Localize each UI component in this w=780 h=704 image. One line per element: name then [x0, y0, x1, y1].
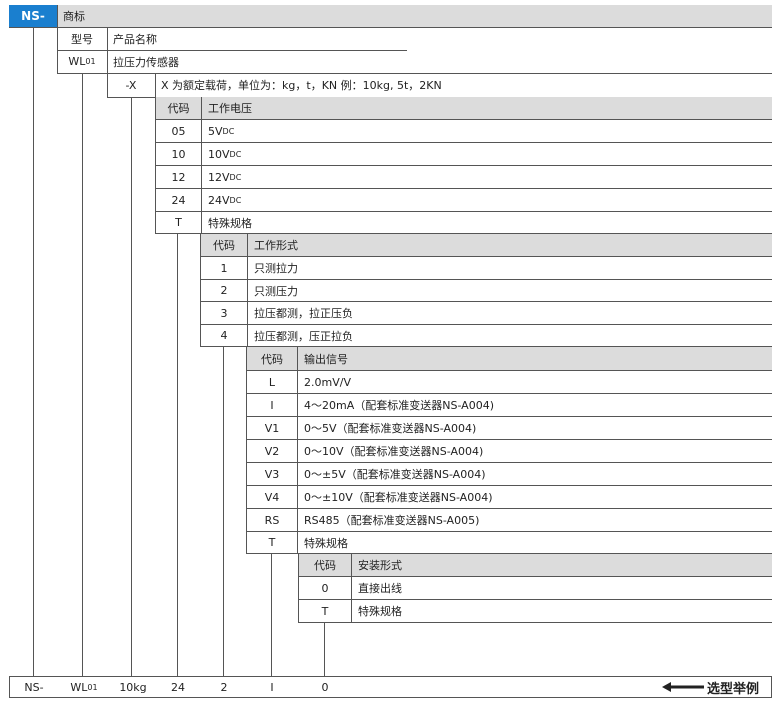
voltage-value: 12V DC [201, 165, 772, 188]
example-install: 0 [321, 680, 329, 694]
voltage-value-text: 24V [208, 193, 230, 207]
product-name-label: 产品名称 [113, 32, 157, 46]
voltage-value: 5V DC [201, 119, 772, 142]
work-form-value: 拉压都测，压正拉负 [247, 324, 772, 346]
connector-line [131, 97, 132, 676]
voltage-table: 代码 工作电压 05 5V DC 10 10V DC 12 12V DC 24 24V… [155, 97, 772, 234]
model-code-text: WL [68, 55, 86, 68]
example-model-text: WL [70, 680, 88, 694]
example-work-form: 2 [220, 680, 228, 694]
output-value: 2.0mV/V [297, 370, 772, 393]
output-value: 4～20mA（配套标准变送器NS-A004) [297, 393, 772, 416]
voltage-unit: DC [229, 172, 242, 182]
divider [57, 50, 407, 51]
model-code: WL 01 [57, 50, 107, 73]
work-form-table: 代码 工作形式 1 只测拉力 2 只测压力 3 拉压都测，拉正压负 4 拉压都测… [200, 234, 772, 347]
work-form-code: 1 [201, 256, 247, 279]
install-header-label: 安装形式 [351, 554, 772, 576]
output-code: V3 [247, 462, 297, 485]
prefix-badge: NS- [9, 5, 57, 27]
voltage-value-text: 特殊规格 [208, 216, 252, 230]
output-header-label: 输出信号 [297, 347, 772, 370]
install-table: 代码 安装形式 0 直接出线 T 特殊规格 [298, 554, 772, 623]
trademark-label: 商标 [57, 5, 772, 27]
voltage-value-text: 12V [208, 170, 230, 184]
work-form-value: 只测拉力 [247, 256, 772, 279]
work-form-code: 4 [201, 324, 247, 346]
work-form-code: 3 [201, 301, 247, 324]
output-table: 代码 输出信号 L 2.0mV/V I 4～20mA（配套标准变送器NS-A00… [246, 347, 772, 554]
divider [57, 73, 772, 74]
output-value: 0～±10V（配套标准变送器NS-A004) [297, 485, 772, 508]
connector-line [271, 554, 272, 676]
voltage-value: 特殊规格 [201, 211, 772, 233]
load-description: X 为额定载荷，单位为：kg，t，KN 例：10kg, 5t，2KN [161, 79, 442, 92]
voltage-unit: DC [222, 126, 235, 136]
connector-line [223, 347, 224, 676]
output-value: 特殊规格 [297, 531, 772, 553]
voltage-code: 10 [156, 142, 201, 165]
example-load: 10kg [119, 680, 147, 694]
output-code: V1 [247, 416, 297, 439]
voltage-header-label: 工作电压 [201, 97, 772, 119]
output-code: I [247, 393, 297, 416]
example-output: I [270, 680, 274, 694]
output-code: V2 [247, 439, 297, 462]
install-code: T [299, 599, 351, 622]
work-form-code: 2 [201, 279, 247, 301]
divider [155, 73, 156, 97]
voltage-value-text: 5V [208, 124, 223, 138]
install-value: 特殊规格 [351, 599, 772, 622]
example-model-sub: 01 [87, 682, 98, 692]
voltage-unit: DC [229, 149, 242, 159]
voltage-header-code: 代码 [156, 97, 201, 119]
output-value: 0～±5V（配套标准变送器NS-A004) [297, 462, 772, 485]
work-form-header-label: 工作形式 [247, 234, 772, 256]
voltage-code: 12 [156, 165, 201, 188]
connector-line [324, 623, 325, 676]
example-model: WL 01 [62, 677, 106, 697]
output-code: L [247, 370, 297, 393]
work-form-value: 只测压力 [247, 279, 772, 301]
example-voltage: 24 [171, 680, 185, 694]
connector-line [82, 73, 83, 676]
voltage-value-text: 10V [208, 147, 230, 161]
output-value: 0～10V（配套标准变送器NS-A004) [297, 439, 772, 462]
divider [9, 27, 772, 28]
divider [107, 27, 108, 97]
example-label-group: 选型举例 [662, 677, 770, 697]
model-code-sub: 01 [85, 57, 96, 66]
connector-line [177, 234, 178, 676]
load-code: -X [125, 78, 137, 92]
example-prefix: NS- [24, 680, 44, 694]
voltage-value: 24V DC [201, 188, 772, 211]
voltage-code: T [156, 211, 201, 233]
voltage-code: 24 [156, 188, 201, 211]
output-value: 0～5V（配套标准变送器NS-A004) [297, 416, 772, 439]
output-code: T [247, 531, 297, 553]
connector-line [33, 27, 34, 676]
voltage-value: 10V DC [201, 142, 772, 165]
voltage-code: 05 [156, 119, 201, 142]
output-value: RS485（配套标准变送器NS-A005) [297, 508, 772, 531]
output-code: RS [247, 508, 297, 531]
install-value: 直接出线 [351, 576, 772, 599]
install-header-code: 代码 [299, 554, 351, 576]
install-code: 0 [299, 576, 351, 599]
voltage-unit: DC [229, 195, 242, 205]
output-header-code: 代码 [247, 347, 297, 370]
model-label: 型号 [71, 32, 93, 46]
example-row: NS- WL 01 10kg 24 2 I 0 选型举例 [9, 676, 772, 698]
divider [57, 5, 58, 73]
output-code: V4 [247, 485, 297, 508]
work-form-value: 拉压都测，拉正压负 [247, 301, 772, 324]
product-value: 拉压力传感器 [113, 55, 179, 69]
work-form-header-code: 代码 [201, 234, 247, 256]
arrow-left-icon [662, 682, 704, 692]
example-label: 选型举例 [707, 681, 760, 697]
